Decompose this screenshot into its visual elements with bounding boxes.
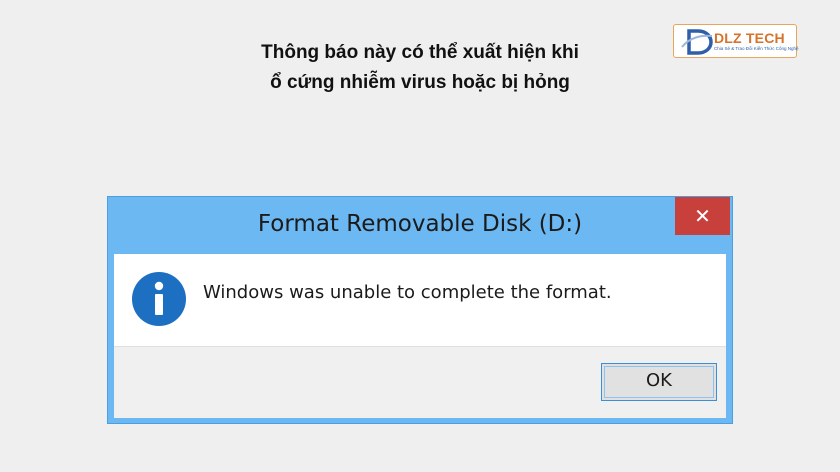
logo-brand-text: DLZ TECH bbox=[714, 30, 785, 46]
dialog-content: Windows was unable to complete the forma… bbox=[114, 254, 726, 346]
dialog-footer: OK bbox=[114, 346, 726, 418]
dialog-titlebar[interactable]: Format Removable Disk (D:) ✕ bbox=[108, 197, 732, 254]
format-error-dialog: Format Removable Disk (D:) ✕ Windows was… bbox=[107, 196, 733, 424]
dialog-message: Windows was unable to complete the forma… bbox=[203, 282, 612, 303]
dialog-title: Format Removable Disk (D:) bbox=[257, 211, 583, 237]
ok-button[interactable]: OK bbox=[601, 363, 717, 401]
brand-logo: DLZ TECH Chia Sẻ & Trao Đổi Kiến Thức Cô… bbox=[673, 24, 799, 58]
close-button[interactable]: ✕ bbox=[675, 197, 730, 235]
caption-line-2: ổ cứng nhiễm virus hoặc bị hỏng bbox=[270, 72, 570, 93]
logo-tagline: Chia Sẻ & Trao Đổi Kiến Thức Công Nghệ bbox=[714, 46, 799, 51]
logo-mark-icon bbox=[681, 29, 713, 55]
close-icon: ✕ bbox=[694, 204, 711, 228]
info-icon bbox=[132, 272, 186, 326]
